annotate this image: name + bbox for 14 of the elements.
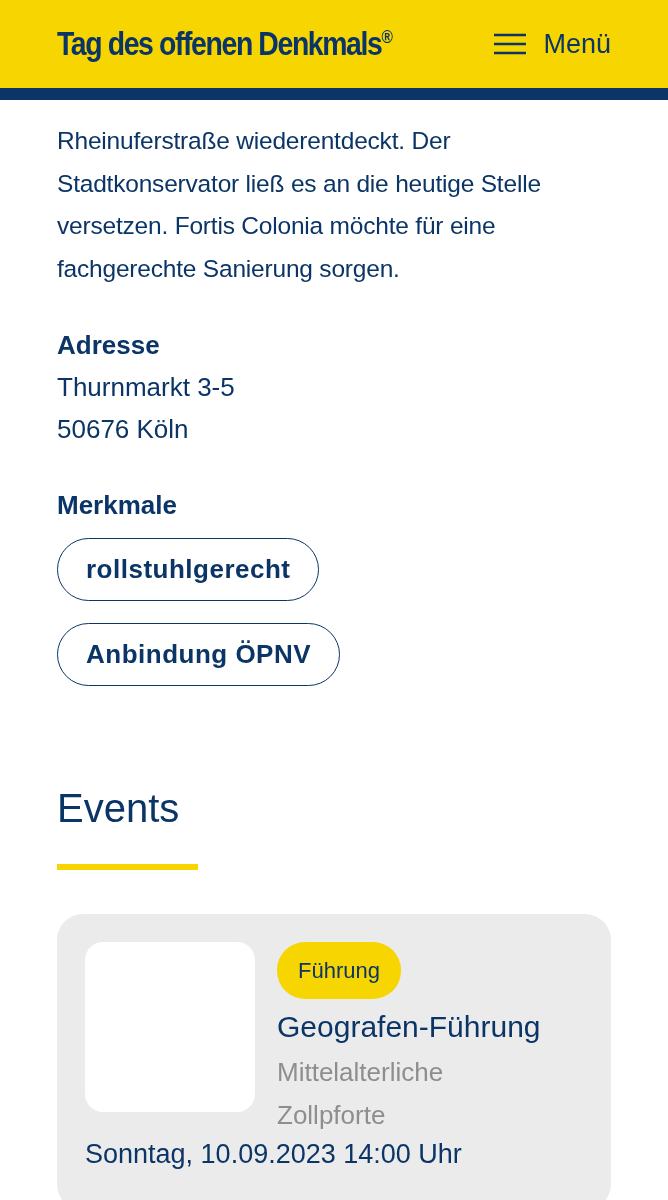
event-location: Mittelalterliche Zollpforte (277, 1056, 445, 1132)
site-logo[interactable]: Tag des offenen Denkmals$^{®}$ (57, 25, 392, 63)
event-title[interactable]: Geografen-Führung (277, 1007, 541, 1047)
event-date: Sonntag, 10.09.2023 14:00 Uhr (85, 1139, 463, 1170)
description-text: Rheinuferstraße wiederentdeckt. Der Stadtkonservator ließ es an die heutige Stelle versetzen. Fortis Colonia möchte für eine fachgerechte Sanierung sorgen. (57, 126, 542, 284)
menu-icon (493, 32, 528, 56)
category-badge: Führung (277, 942, 401, 999)
menu-button[interactable]: Menü (493, 28, 611, 60)
features-heading: Merkmale (57, 489, 178, 522)
event-card[interactable]: Führung Geografen-Führung Mittelalterliche Zollpforte Sonntag, 10.09.2023 14:00 Uhr (57, 914, 611, 1200)
address-line: 50676 Köln (57, 413, 190, 446)
address-line: Thurnmarkt 3-5 (57, 371, 236, 404)
events-heading: Events (57, 785, 181, 832)
address-heading: Adresse (57, 329, 161, 362)
